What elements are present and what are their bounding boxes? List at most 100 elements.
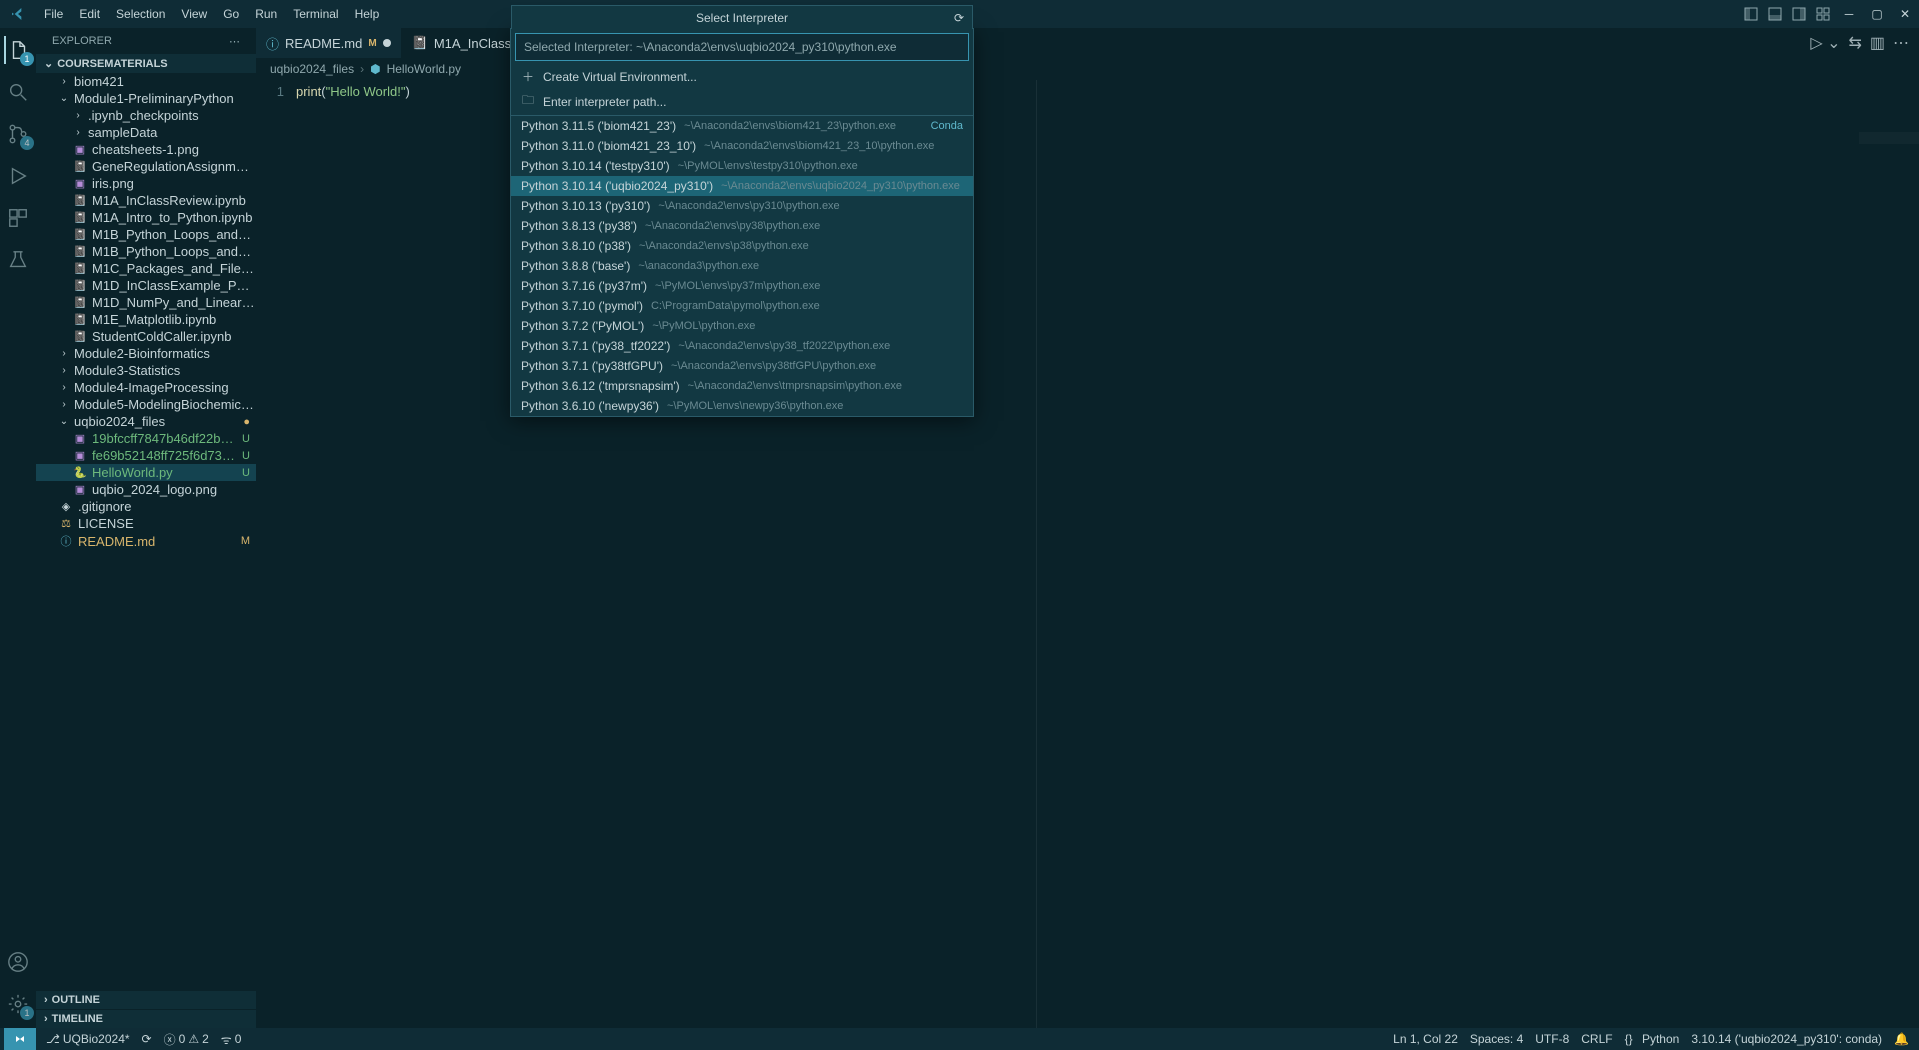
sidebar-root[interactable]: ⌄ COURSEMATERIALS <box>36 54 256 73</box>
remote-indicator-icon[interactable] <box>4 1028 36 1050</box>
file-item[interactable]: 🐍HelloWorld.pyU <box>36 464 256 481</box>
source-control-icon[interactable]: 4 <box>4 120 32 148</box>
folder-item[interactable]: ›Module5-ModelingBiochemicalReactions <box>36 396 256 413</box>
file-item[interactable]: ▣19bfccff7847b46df22b28ee0f8cc02...U <box>36 430 256 447</box>
outline-section[interactable]: ›OUTLINE <box>36 990 256 1009</box>
interpreter-option[interactable]: Python 3.7.10 ('pymol') C:\ProgramData\p… <box>511 296 973 316</box>
status-cursor-pos[interactable]: Ln 1, Col 22 <box>1387 1032 1464 1046</box>
folder-item[interactable]: ›biom421 <box>36 73 256 90</box>
accounts-icon[interactable] <box>4 948 32 976</box>
file-item[interactable]: 📓M1E_Matplotlib.ipynb <box>36 311 256 328</box>
breadcrumb[interactable]: uqbio2024_files › ⬢ HelloWorld.py <box>256 58 1919 80</box>
file-item[interactable]: ▣fe69b52148ff725f6d7310b9097ca7...U <box>36 447 256 464</box>
interpreter-option[interactable]: Python 3.6.12 ('tmprsnapsim') ~\Anaconda… <box>511 376 973 396</box>
editor-tab[interactable]: ⓘREADME.mdM <box>256 28 402 58</box>
split-editor-icon[interactable]: ▥ <box>1870 33 1885 53</box>
customize-layout-icon[interactable] <box>1811 0 1835 28</box>
status-encoding[interactable]: UTF-8 <box>1529 1032 1575 1046</box>
interpreter-option[interactable]: Python 3.11.5 ('biom421_23') ~\Anaconda2… <box>511 116 973 136</box>
breadcrumb-item[interactable]: HelloWorld.py <box>387 62 461 76</box>
compare-icon[interactable]: ⇆ <box>1848 33 1861 53</box>
search-icon[interactable] <box>4 78 32 106</box>
interpreter-option[interactable]: Python 3.7.1 ('py38tfGPU') ~\Anaconda2\e… <box>511 356 973 376</box>
sidebar-more-icon[interactable]: ⋯ <box>229 35 240 48</box>
folder-item[interactable]: ›Module3-Statistics <box>36 362 256 379</box>
testing-icon[interactable] <box>4 246 32 274</box>
timeline-section[interactable]: ›TIMELINE <box>36 1009 256 1028</box>
file-item[interactable]: ▣cheatsheets-1.png <box>36 141 256 158</box>
close-icon[interactable]: ✕ <box>1891 0 1919 28</box>
status-problems[interactable]: ⓧ0 ⚠2 <box>158 1031 215 1048</box>
file-item[interactable]: 📓M1A_InClassReview.ipynb <box>36 192 256 209</box>
picker-input[interactable]: Selected Interpreter: ~\Anaconda2\envs\u… <box>515 33 969 61</box>
maximize-icon[interactable]: ▢ <box>1863 0 1891 28</box>
file-item[interactable]: ▣iris.png <box>36 175 256 192</box>
interpreter-option[interactable]: Python 3.7.2 ('PyMOL') ~\PyMOL\python.ex… <box>511 316 973 336</box>
sidebar-right-icon[interactable] <box>1787 0 1811 28</box>
interpreter-option[interactable]: Python 3.7.16 ('py37m') ~\PyMOL\envs\py3… <box>511 276 973 296</box>
status-ports[interactable]: ᯤ0 <box>215 1031 248 1048</box>
run-debug-icon[interactable] <box>4 162 32 190</box>
folder-item[interactable]: ›sampleData <box>36 124 256 141</box>
more-actions-icon[interactable]: ⋯ <box>1893 33 1909 53</box>
minimize-icon[interactable]: ─ <box>1835 0 1863 28</box>
folder-item[interactable]: ›.ipynb_checkpoints <box>36 107 256 124</box>
py-file-icon: 🐍 <box>72 466 88 479</box>
explorer-icon[interactable]: 1 <box>4 36 32 64</box>
notifications-icon[interactable]: 🔔 <box>1888 1032 1915 1046</box>
interpreter-option[interactable]: Python 3.10.13 ('py310') ~\Anaconda2\env… <box>511 196 973 216</box>
status-indent[interactable]: Spaces: 4 <box>1464 1032 1529 1046</box>
file-item[interactable]: 📓StudentColdCaller.ipynb <box>36 328 256 345</box>
menu-view[interactable]: View <box>173 7 215 21</box>
file-item[interactable]: ◈.gitignore <box>36 498 256 515</box>
menu-help[interactable]: Help <box>347 7 388 21</box>
picker-create-venv[interactable]: ＋ Create Virtual Environment... <box>511 65 973 88</box>
file-item[interactable]: 📓M1D_InClassExample_PCA.ipynb <box>36 277 256 294</box>
file-item[interactable]: ⚖LICENSE <box>36 515 256 532</box>
status-eol[interactable]: CRLF <box>1575 1032 1618 1046</box>
file-item[interactable]: 📓M1B_Python_Loops_and_Functions.ipynb <box>36 243 256 260</box>
file-item[interactable]: 📓M1A_Intro_to_Python.ipynb <box>36 209 256 226</box>
status-language[interactable]: {} Python <box>1619 1032 1686 1046</box>
interpreter-option[interactable]: Python 3.8.13 ('py38') ~\Anaconda2\envs\… <box>511 216 973 236</box>
interpreter-option[interactable]: Python 3.7.1 ('py38_tf2022') ~\Anaconda2… <box>511 336 973 356</box>
extensions-icon[interactable] <box>4 204 32 232</box>
sidebar-header: EXPLORER ⋯ <box>36 28 256 54</box>
layout-toggle-icon[interactable] <box>1739 0 1763 28</box>
picker-enter-path[interactable]: 🗀 Enter interpreter path... <box>511 88 973 116</box>
tree-item-label: M1A_Intro_to_Python.ipynb <box>92 210 256 225</box>
status-branch[interactable]: ⎇ UQBio2024* <box>40 1032 136 1046</box>
refresh-icon[interactable]: ⟳ <box>954 11 964 25</box>
minimap[interactable] <box>1859 132 1919 144</box>
file-item[interactable]: 📓GeneRegulationAssignment.ipynb <box>36 158 256 175</box>
file-item[interactable]: ⓘREADME.mdM <box>36 532 256 550</box>
folder-item[interactable]: ›Module4-ImageProcessing <box>36 379 256 396</box>
menu-run[interactable]: Run <box>247 7 285 21</box>
breadcrumb-item[interactable]: uqbio2024_files <box>270 62 354 76</box>
interpreter-option[interactable]: Python 3.10.14 ('testpy310') ~\PyMOL\env… <box>511 156 973 176</box>
menu-selection[interactable]: Selection <box>108 7 173 21</box>
status-sync[interactable]: ⟳ <box>136 1032 158 1046</box>
interpreter-option[interactable]: Python 3.11.0 ('biom421_23_10') ~\Anacon… <box>511 136 973 156</box>
interpreter-option[interactable]: Python 3.6.10 ('newpy36') ~\PyMOL\envs\n… <box>511 396 973 416</box>
menu-edit[interactable]: Edit <box>71 7 108 21</box>
file-item[interactable]: 📓M1B_Python_Loops_and_Functions_InCl... <box>36 226 256 243</box>
menu-terminal[interactable]: Terminal <box>285 7 346 21</box>
file-item[interactable]: 📓M1C_Packages_and_File_Management.i... <box>36 260 256 277</box>
file-item[interactable]: 📓M1D_NumPy_and_Linear_Algebra.ipynb <box>36 294 256 311</box>
folder-item[interactable]: ⌄Module1-PreliminaryPython <box>36 90 256 107</box>
interpreter-name: Python 3.7.2 ('PyMOL') <box>521 319 644 333</box>
menu-file[interactable]: File <box>36 7 71 21</box>
folder-item[interactable]: ⌄uqbio2024_files● <box>36 413 256 430</box>
status-interpreter[interactable]: 3.10.14 ('uqbio2024_py310': conda) <box>1685 1032 1888 1046</box>
interpreter-option[interactable]: Python 3.10.14 ('uqbio2024_py310') ~\Ana… <box>511 176 973 196</box>
settings-gear-icon[interactable]: 1 <box>4 990 32 1018</box>
interpreter-option[interactable]: Python 3.8.8 ('base') ~\anaconda3\python… <box>511 256 973 276</box>
interpreter-option[interactable]: Python 3.8.10 ('p38') ~\Anaconda2\envs\p… <box>511 236 973 256</box>
run-play-icon[interactable]: ▷ ⌄ <box>1810 33 1840 53</box>
folder-item[interactable]: ›Module2-Bioinformatics <box>36 345 256 362</box>
code-editor[interactable]: 1 print("Hello World!") <box>256 80 1919 1028</box>
panel-toggle-icon[interactable] <box>1763 0 1787 28</box>
menu-go[interactable]: Go <box>215 7 247 21</box>
file-item[interactable]: ▣uqbio_2024_logo.png <box>36 481 256 498</box>
